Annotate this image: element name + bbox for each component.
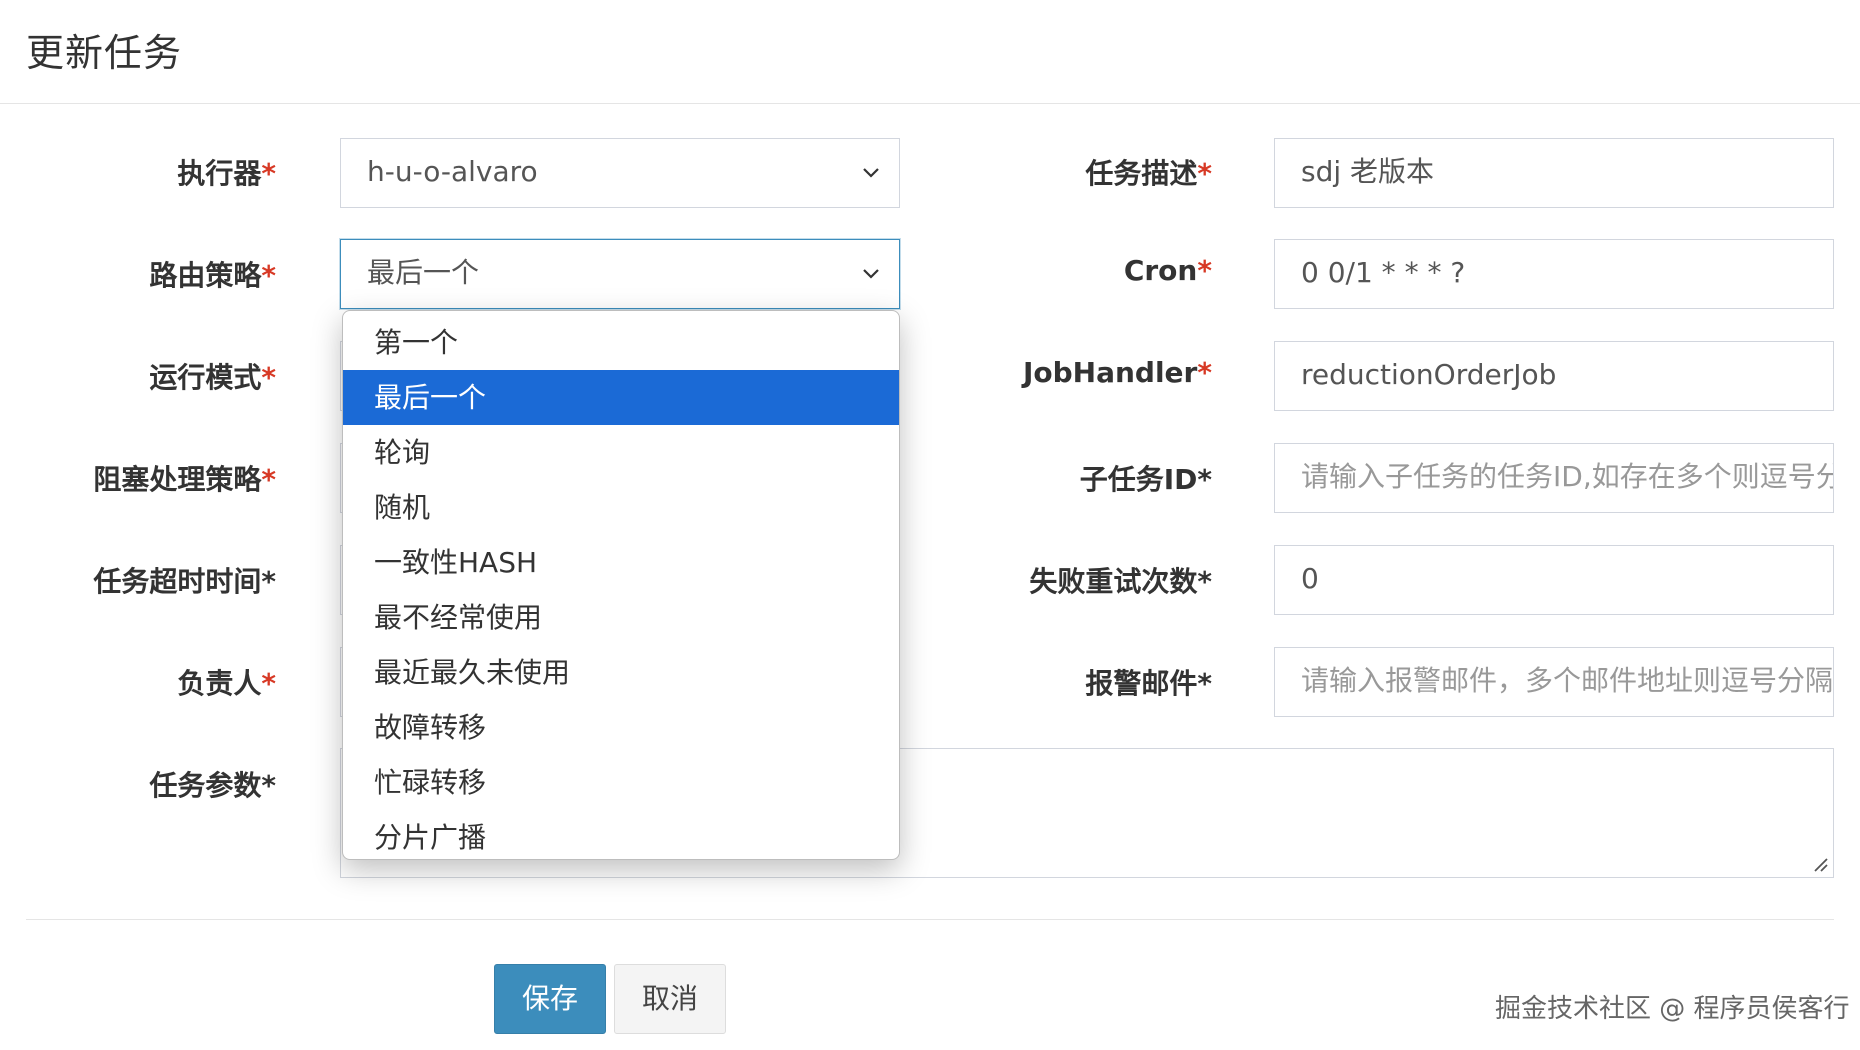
dropdown-option[interactable]: 第一个 [343, 315, 899, 370]
task-desc-label: 任务描述* [1085, 157, 1212, 190]
chevron-down-icon [863, 269, 879, 279]
cron-input[interactable]: 0 0/1 * * * ? [1274, 239, 1834, 309]
owner-label: 负责人* [177, 667, 276, 700]
block-strategy-label: 阻塞处理策略* [93, 463, 276, 496]
resize-handle-icon[interactable] [1811, 855, 1829, 873]
routing-strategy-dropdown: 第一个 最后一个 轮询 随机 一致性HASH 最不经常使用 最近最久未使用 故障… [342, 310, 900, 860]
dropdown-option[interactable]: 轮询 [343, 425, 899, 480]
alarm-email-input[interactable]: 请输入报警邮件，多个邮件地址则逗号分隔 [1274, 647, 1834, 717]
jobhandler-label: JobHandler* [1022, 356, 1212, 389]
footer-divider [26, 919, 1834, 920]
task-params-label: 任务参数* [149, 769, 276, 802]
dropdown-option[interactable]: 最近最久未使用 [343, 645, 899, 700]
jobhandler-input[interactable]: reductionOrderJob [1274, 341, 1834, 411]
executor-label: 执行器* [177, 157, 276, 190]
dropdown-option[interactable]: 分片广播 [343, 810, 899, 859]
executor-select[interactable]: h-u-o-alvaro [340, 138, 900, 208]
alarm-email-label: 报警邮件* [1085, 667, 1212, 700]
dropdown-option-selected[interactable]: 最后一个 [343, 370, 899, 425]
dropdown-option[interactable]: 最不经常使用 [343, 590, 899, 645]
routing-strategy-label: 路由策略* [149, 259, 276, 292]
retry-count-input[interactable]: 0 [1274, 545, 1834, 615]
cron-label: Cron* [1123, 254, 1212, 287]
executor-select-value: h-u-o-alvaro [367, 155, 538, 188]
run-mode-label: 运行模式* [149, 361, 276, 394]
routing-strategy-select-value: 最后一个 [367, 256, 480, 289]
routing-strategy-select[interactable]: 最后一个 [340, 239, 900, 309]
modal-title: 更新任务 [26, 31, 183, 75]
retry-count-label: 失败重试次数* [1029, 565, 1212, 598]
child-task-id-input[interactable]: 请输入子任务的任务ID,如存在多个则逗号分隔 [1274, 443, 1834, 513]
task-desc-input[interactable]: sdj 老版本 [1274, 138, 1834, 208]
chevron-down-icon [863, 168, 879, 178]
child-task-id-label: 子任务ID* [1079, 463, 1212, 496]
cancel-button[interactable]: 取消 [614, 964, 726, 1034]
modal-header: 更新任务 [0, 0, 1860, 104]
save-button[interactable]: 保存 [494, 964, 606, 1034]
dropdown-option[interactable]: 忙碌转移 [343, 755, 899, 810]
dropdown-option[interactable]: 故障转移 [343, 700, 899, 755]
dropdown-option[interactable]: 一致性HASH [343, 535, 899, 590]
dropdown-option[interactable]: 随机 [343, 480, 899, 535]
timeout-label: 任务超时时间* [93, 565, 276, 598]
watermark: 掘金技术社区 @ 程序员侯客行 [1495, 994, 1850, 1024]
